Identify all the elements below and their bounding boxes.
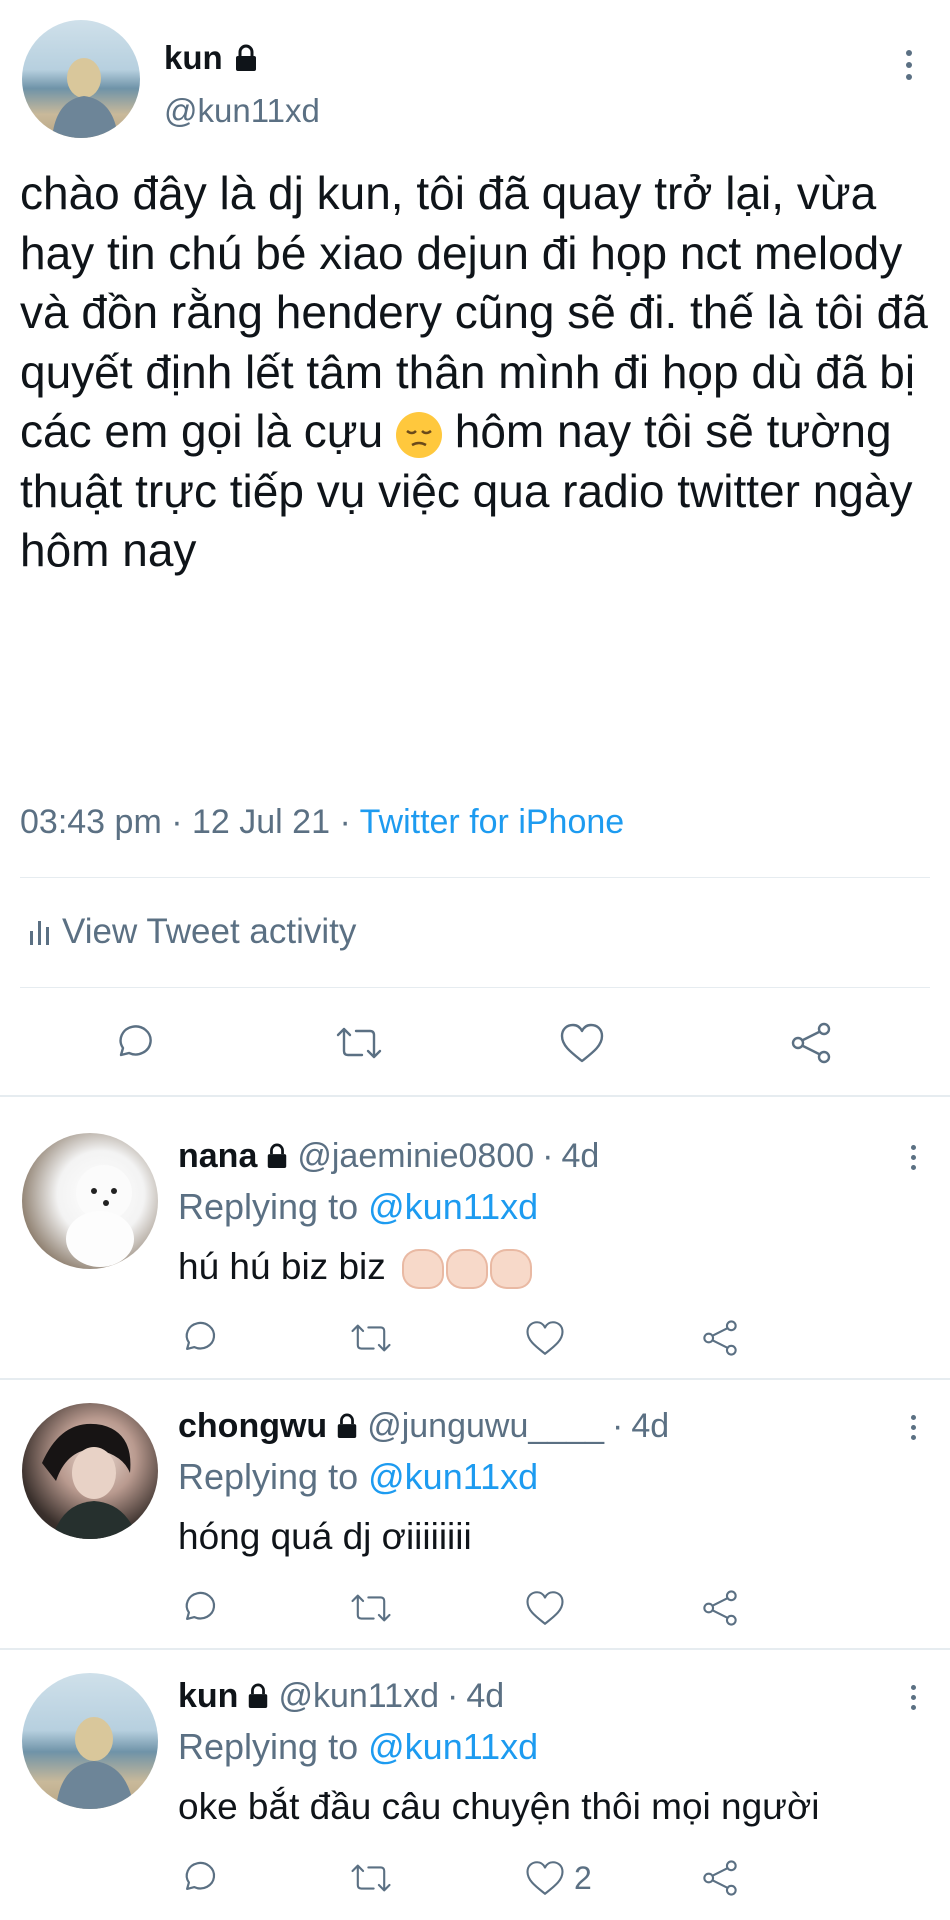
meta-separator: · bbox=[542, 1136, 554, 1175]
reply-header: kun @kun11xd · 4d bbox=[178, 1673, 504, 1719]
reply-age: 4d bbox=[466, 1676, 505, 1715]
reply-text-line: hú hú biz biz bbox=[178, 1246, 534, 1290]
like-control[interactable]: 2 bbox=[524, 1858, 592, 1898]
meta-separator: · bbox=[339, 803, 351, 841]
reply-text-line: hóng quá dj ơiiiiiiii bbox=[178, 1516, 472, 1558]
like-icon[interactable] bbox=[524, 1318, 566, 1358]
share-icon[interactable] bbox=[700, 1858, 740, 1898]
clap-emoji bbox=[402, 1249, 445, 1290]
lock-icon bbox=[268, 1143, 287, 1168]
share-icon[interactable] bbox=[700, 1588, 740, 1628]
clap-emoji bbox=[446, 1249, 489, 1290]
tweet-time: 03:43 pm bbox=[20, 803, 162, 841]
like-icon[interactable] bbox=[524, 1858, 566, 1898]
reply-text: oke bắt đầu câu chuyện thôi mọi người bbox=[178, 1786, 820, 1827]
replying-prefix: Replying to bbox=[178, 1456, 359, 1497]
main-tweet-text: chào đây là dj kun, tôi đã quay trở lại,… bbox=[20, 164, 935, 581]
divider bbox=[20, 987, 930, 988]
reply-author-name[interactable]: chongwu bbox=[178, 1407, 327, 1446]
like-control[interactable] bbox=[524, 1588, 574, 1628]
more-icon[interactable] bbox=[909, 1685, 917, 1710]
retweet-icon[interactable] bbox=[349, 1320, 393, 1356]
replying-to-handle[interactable]: @kun11xd bbox=[368, 1456, 538, 1497]
reply-icon[interactable] bbox=[111, 1021, 155, 1065]
clap-emoji-group bbox=[402, 1246, 534, 1290]
retweet-icon[interactable] bbox=[349, 1860, 393, 1896]
reply-icon[interactable] bbox=[178, 1318, 218, 1358]
retweet-icon[interactable] bbox=[334, 1023, 384, 1063]
main-author-name-row: kun bbox=[164, 36, 259, 80]
share-icon[interactable] bbox=[700, 1318, 740, 1358]
like-icon[interactable] bbox=[524, 1588, 566, 1628]
more-icon[interactable] bbox=[905, 50, 913, 80]
reply-avatar[interactable] bbox=[22, 1403, 158, 1539]
tweet-source-link[interactable]: Twitter for iPhone bbox=[360, 803, 625, 841]
reply-text: hóng quá dj ơiiiiiiii bbox=[178, 1516, 472, 1557]
replying-to-line: Replying to @kun11xd bbox=[178, 1726, 538, 1768]
like-icon[interactable] bbox=[558, 1021, 606, 1065]
reply-age: 4d bbox=[561, 1136, 600, 1175]
reply-icon[interactable] bbox=[178, 1858, 218, 1898]
replying-prefix: Replying to bbox=[178, 1186, 359, 1227]
divider bbox=[0, 1648, 950, 1650]
lock-icon bbox=[249, 1683, 268, 1708]
divider bbox=[0, 1378, 950, 1380]
replying-to-handle[interactable]: @kun11xd bbox=[368, 1186, 538, 1227]
view-tweet-activity[interactable]: View Tweet activity bbox=[28, 912, 356, 952]
like-count: 2 bbox=[574, 1859, 592, 1896]
tweet-date: 12 Jul 21 bbox=[192, 803, 330, 841]
activity-icon bbox=[30, 921, 49, 945]
divider bbox=[20, 877, 930, 878]
reply-avatar[interactable] bbox=[22, 1673, 158, 1809]
like-control[interactable] bbox=[524, 1318, 574, 1358]
replying-to-line: Replying to @kun11xd bbox=[178, 1456, 538, 1498]
reply-icon[interactable] bbox=[178, 1588, 218, 1628]
reply-author-name[interactable]: nana bbox=[178, 1137, 257, 1176]
replying-to-line: Replying to @kun11xd bbox=[178, 1186, 538, 1228]
reply-author-handle[interactable]: @junguwu____ bbox=[367, 1407, 604, 1446]
clap-emoji bbox=[490, 1249, 533, 1290]
reply-author-handle[interactable]: @jaeminie0800 bbox=[297, 1137, 534, 1176]
main-author-handle[interactable]: @kun11xd bbox=[164, 92, 320, 130]
meta-separator: · bbox=[447, 1676, 459, 1715]
replying-to-handle[interactable]: @kun11xd bbox=[368, 1726, 538, 1767]
main-tweet-meta: 03:43 pm · 12 Jul 21 · Twitter for iPhon… bbox=[20, 803, 624, 842]
reply-header: chongwu @junguwu____ · 4d bbox=[178, 1403, 669, 1449]
main-action-bar bbox=[0, 1018, 950, 1068]
reply-avatar[interactable] bbox=[22, 1133, 158, 1269]
reply-text: hú hú biz biz bbox=[178, 1246, 386, 1287]
main-avatar[interactable] bbox=[22, 20, 140, 138]
reply-text-line: oke bắt đầu câu chuyện thôi mọi người bbox=[178, 1786, 819, 1828]
reply-age: 4d bbox=[631, 1406, 670, 1445]
reply-header: nana @jaeminie0800 · 4d bbox=[178, 1133, 599, 1179]
share-icon[interactable] bbox=[788, 1021, 834, 1065]
lock-icon bbox=[235, 44, 256, 71]
activity-label: View Tweet activity bbox=[62, 912, 357, 951]
replying-prefix: Replying to bbox=[178, 1726, 359, 1767]
reply-author-handle[interactable]: @kun11xd bbox=[278, 1677, 439, 1716]
more-icon[interactable] bbox=[909, 1415, 917, 1440]
divider bbox=[0, 1095, 950, 1097]
reply-action-bar bbox=[0, 1586, 950, 1630]
retweet-icon[interactable] bbox=[349, 1590, 393, 1626]
meta-separator: · bbox=[612, 1406, 624, 1445]
main-author-name[interactable]: kun bbox=[164, 39, 223, 77]
lock-icon bbox=[337, 1413, 357, 1438]
more-icon[interactable] bbox=[909, 1145, 917, 1170]
reply-author-name[interactable]: kun bbox=[178, 1677, 238, 1716]
pensive-emoji bbox=[395, 411, 442, 458]
reply-action-bar bbox=[0, 1316, 950, 1360]
meta-separator: · bbox=[171, 803, 183, 841]
reply-action-bar: 2 bbox=[0, 1856, 950, 1900]
